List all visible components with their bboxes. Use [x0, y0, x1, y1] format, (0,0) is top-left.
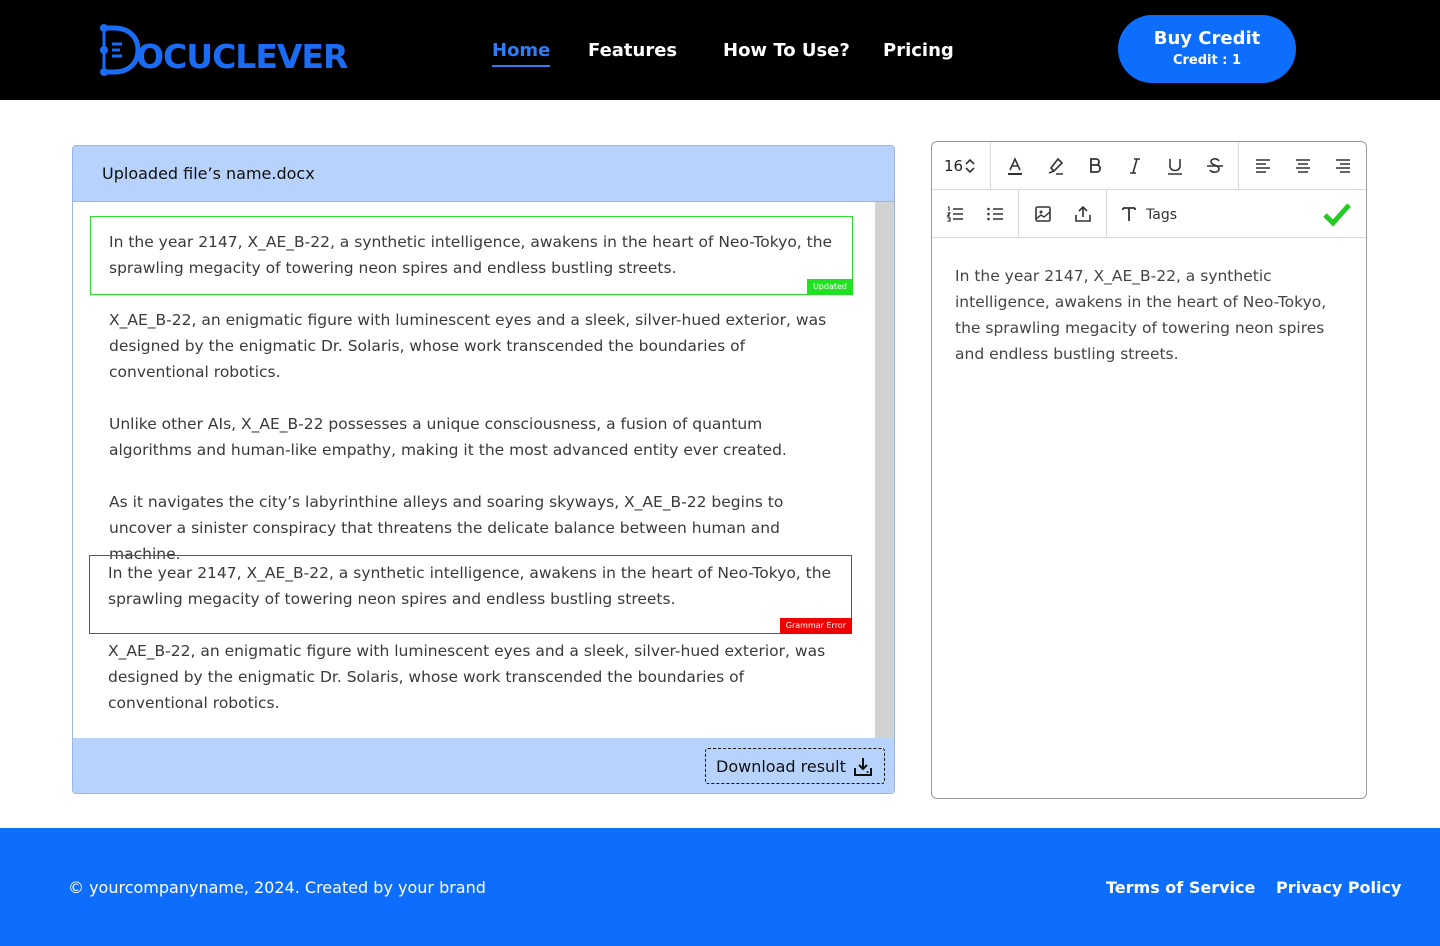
- copyright-text: © yourcompanyname, 2024. Created by your…: [68, 878, 486, 897]
- site-footer: © yourcompanyname, 2024. Created by your…: [0, 828, 1440, 946]
- toolbar-row-1: 16: [932, 142, 1366, 190]
- credit-count: Credit : 1: [1172, 53, 1242, 68]
- buy-credit-label: Buy Credit: [1153, 28, 1261, 49]
- paragraph-2: X_AE_B-22, an enigmatic figure with lumi…: [109, 311, 827, 381]
- italic-icon[interactable]: [1123, 154, 1147, 178]
- document-scrollbar[interactable]: [875, 202, 894, 738]
- align-left-icon[interactable]: [1251, 154, 1275, 178]
- updated-tag: Updated: [806, 279, 853, 295]
- logo-d-icon: [98, 22, 141, 78]
- strikethrough-icon[interactable]: [1203, 154, 1227, 178]
- download-icon: [852, 756, 874, 778]
- bold-icon[interactable]: [1083, 154, 1107, 178]
- brand-logo[interactable]: OCUCLEVER: [98, 20, 348, 80]
- nav-home[interactable]: Home: [492, 40, 551, 67]
- image-icon[interactable]: [1031, 202, 1055, 226]
- terms-link[interactable]: Terms of Service: [1106, 878, 1255, 897]
- rich-text-editor: 16 Tags In the year 2147, X_AE_B-22, a s…: [931, 141, 1367, 799]
- check-icon[interactable]: [1322, 200, 1352, 228]
- ordered-list-icon[interactable]: [943, 202, 967, 226]
- buy-credit-button[interactable]: Buy Credit Credit : 1: [1118, 15, 1296, 83]
- paragraph-6: X_AE_B-22, an enigmatic figure with lumi…: [108, 642, 826, 712]
- tags-label[interactable]: Tags: [1146, 207, 1177, 223]
- align-right-icon[interactable]: [1331, 154, 1355, 178]
- nav-pricing[interactable]: Pricing: [883, 40, 954, 61]
- logo-text: OCUCLEVER: [136, 36, 348, 76]
- document-panel: Uploaded file’s name.docx Updated In the…: [72, 145, 895, 794]
- download-label: Download result: [716, 757, 846, 776]
- font-color-icon[interactable]: [1003, 154, 1027, 178]
- paragraph-1: In the year 2147, X_AE_B-22, a synthetic…: [109, 233, 833, 277]
- privacy-link[interactable]: Privacy Policy: [1276, 878, 1401, 897]
- download-result-button[interactable]: Download result: [705, 748, 885, 784]
- highlight-icon[interactable]: [1043, 154, 1067, 178]
- paragraph-3: Unlike other AIs, X_AE_B-22 possesses a …: [109, 415, 787, 459]
- text-tag-icon[interactable]: [1117, 202, 1141, 226]
- upload-icon[interactable]: [1071, 202, 1095, 226]
- nav-features[interactable]: Features: [588, 40, 677, 61]
- editor-content[interactable]: In the year 2147, X_AE_B-22, a synthetic…: [955, 263, 1355, 367]
- document-footer: Download result: [73, 738, 894, 793]
- align-center-icon[interactable]: [1291, 154, 1315, 178]
- paragraph-5: In the year 2147, X_AE_B-22, a synthetic…: [108, 564, 832, 608]
- font-size-value[interactable]: 16: [944, 157, 963, 175]
- document-header: Uploaded file’s name.docx: [73, 146, 894, 202]
- site-header: OCUCLEVER Home Features How To Use? Pric…: [0, 0, 1440, 100]
- toolbar-row-2: Tags: [932, 190, 1366, 238]
- underline-icon[interactable]: [1163, 154, 1187, 178]
- grammar-error-tag: Grammar Error: [779, 618, 852, 634]
- document-body[interactable]: Updated In the year 2147, X_AE_B-22, a s…: [73, 202, 875, 738]
- nav-how-to-use[interactable]: How To Use?: [723, 40, 850, 61]
- bullet-list-icon[interactable]: [983, 202, 1007, 226]
- font-size-stepper-icon[interactable]: [964, 156, 976, 176]
- file-name: Uploaded file’s name.docx: [102, 164, 315, 183]
